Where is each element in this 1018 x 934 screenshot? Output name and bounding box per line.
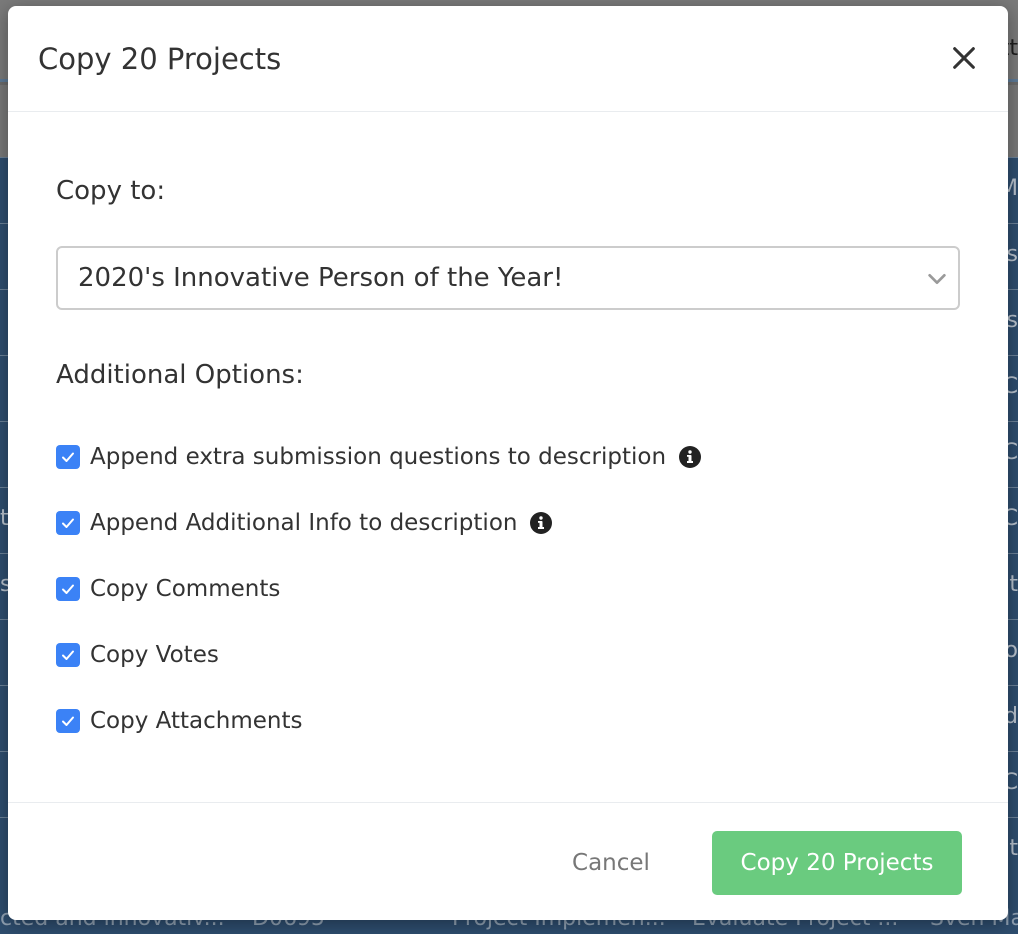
checkbox[interactable] [56,643,80,667]
destination-select[interactable]: 2020's Innovative Person of the Year! [56,246,960,310]
check-icon [62,650,74,660]
checkbox[interactable] [56,577,80,601]
info-icon[interactable] [678,445,702,469]
checkbox[interactable] [56,445,80,469]
copy-projects-button[interactable]: Copy 20 Projects [712,831,962,895]
destination-select-value: 2020's Innovative Person of the Year! [78,263,564,293]
check-icon [62,452,74,462]
dialog-title: Copy 20 Projects [38,42,282,76]
option-label: Copy Votes [90,642,219,668]
option-label: Append Additional Info to description [90,510,518,536]
copy-to-label: Copy to: [56,176,166,206]
option-append-submission-questions: Append extra submission questions to des… [56,442,702,472]
dialog-header: Copy 20 Projects [8,6,1008,112]
table-cell: t [1009,836,1018,861]
option-append-additional-info: Append Additional Info to description [56,508,553,538]
chevron-down-icon [928,273,946,285]
close-button[interactable] [950,44,978,72]
option-copy-comments: Copy Comments [56,574,280,604]
close-icon [953,47,975,69]
copy-projects-dialog: Copy 20 Projects Copy to: 2020's Innovat… [8,6,1008,920]
option-copy-votes: Copy Votes [56,640,219,670]
dialog-footer: Cancel Copy 20 Projects [8,802,1008,920]
check-icon [62,716,74,726]
option-label: Copy Comments [90,576,281,602]
checkbox[interactable] [56,709,80,733]
info-icon[interactable] [529,511,553,535]
check-icon [62,518,74,528]
additional-options-label: Additional Options: [56,360,304,390]
dialog-body: Copy to: 2020's Innovative Person of the… [8,112,1008,802]
check-icon [62,584,74,594]
option-copy-attachments: Copy Attachments [56,706,302,736]
table-cell: t [1009,572,1018,597]
cancel-button[interactable]: Cancel [556,831,666,895]
option-label: Append extra submission questions to des… [90,444,667,470]
checkbox[interactable] [56,511,80,535]
option-label: Copy Attachments [90,708,303,734]
